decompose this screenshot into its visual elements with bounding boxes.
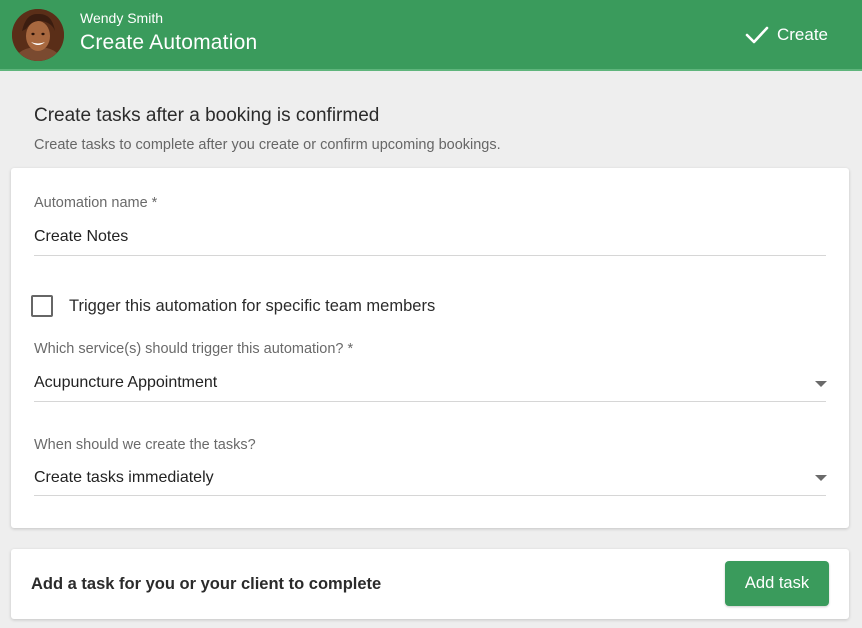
create-button[interactable]: Create [731,18,842,52]
user-name: Wendy Smith [80,10,163,26]
add-task-title: Add a task for you or your client to com… [31,575,382,593]
caret-down-icon[interactable] [815,381,827,387]
automation-name-label: Automation name * [34,195,158,211]
add-task-button[interactable]: Add task [725,561,829,606]
create-button-label: Create [776,25,828,44]
service-underline [34,401,826,402]
caret-down-icon[interactable] [815,475,827,481]
team-members-checkbox-label[interactable]: Trigger this automation for specific tea… [69,297,435,316]
automation-name-underline [34,255,826,256]
add-task-card: Add a task for you or your client to com… [11,549,849,619]
timing-select[interactable]: Create tasks immediately [34,469,214,487]
team-members-checkbox[interactable] [31,295,53,317]
automation-form-card: Automation name * Create Notes Trigger t… [11,168,849,528]
service-select[interactable]: Acupuncture Appointment [34,374,217,392]
service-label: Which service(s) should trigger this aut… [34,341,354,357]
timing-underline [34,495,826,496]
automation-name-input[interactable]: Create Notes [34,228,128,246]
app-header: Wendy Smith Create Automation Create [0,0,862,71]
page-title: Create Automation [80,31,258,54]
user-avatar[interactable] [12,9,64,61]
timing-label: When should we create the tasks? [34,437,256,453]
checkmark-icon [745,25,769,45]
section-description: Create tasks to complete after you creat… [34,137,501,153]
section-title: Create tasks after a booking is confirme… [34,105,380,126]
